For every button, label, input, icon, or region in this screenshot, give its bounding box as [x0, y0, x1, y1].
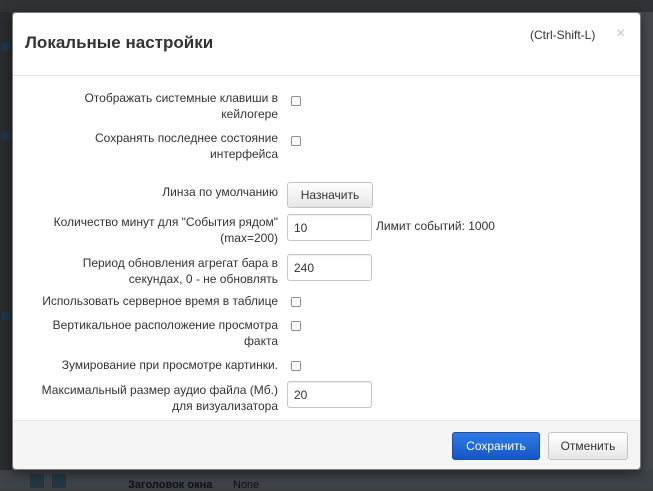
assign-lens-button[interactable]: Назначить [287, 182, 373, 208]
events-minutes-input[interactable] [287, 214, 372, 241]
save-ui-state-checkbox[interactable] [291, 136, 301, 146]
setting-row-vertical-layout: Вертикальное расположение просмотра факт… [13, 317, 642, 349]
setting-row-events-minutes: Количество минут для "События рядом" (ma… [13, 213, 642, 245]
events-minutes-label: Количество минут для "События рядом" (ma… [53, 215, 278, 245]
close-icon[interactable]: × [616, 26, 625, 42]
refresh-period-input[interactable] [287, 254, 372, 281]
zoom-image-label: Зумирование при просмотре картинки. [61, 358, 278, 372]
events-limit-note: Лимит событий: 1000 [376, 219, 495, 233]
refresh-period-label: Период обновления агрегат бара в секунда… [82, 256, 278, 286]
save-button[interactable]: Сохранить [452, 432, 540, 460]
setting-row-server-time: Использовать серверное время в таблице [13, 293, 642, 311]
vertical-layout-checkbox[interactable] [291, 321, 301, 331]
dialog-shortcut-hint: (Ctrl-Shift-L) [530, 28, 596, 42]
max-audio-size-input[interactable] [287, 381, 372, 408]
show-system-keys-checkbox[interactable] [291, 96, 301, 106]
max-audio-size-label: Максимальный размер аудио файла (Мб.) дл… [41, 383, 278, 413]
dialog-footer: Сохранить Отменить [13, 420, 640, 469]
dialog-title: Локальные настройки [25, 33, 214, 52]
setting-row-save-ui-state: Сохранять последнее состояние интерфейса [13, 129, 642, 161]
setting-row-zoom-image: Зумирование при просмотре картинки. [13, 357, 642, 375]
show-system-keys-label: Отображать системные клавиши в кейлогере [84, 91, 278, 121]
server-time-checkbox[interactable] [291, 297, 301, 307]
dialog-header: Локальные настройки (Ctrl-Shift-L) × [13, 13, 640, 76]
setting-row-show-system-keys: Отображать системные клавиши в кейлогере [13, 89, 642, 121]
local-settings-dialog: Локальные настройки (Ctrl-Shift-L) × Ото… [12, 12, 641, 470]
vertical-layout-label: Вертикальное расположение просмотра факт… [52, 318, 278, 348]
server-time-label: Использовать серверное время в таблице [42, 294, 278, 308]
zoom-image-checkbox[interactable] [291, 361, 301, 371]
save-ui-state-label: Сохранять последнее состояние интерфейса [95, 131, 278, 161]
cancel-button[interactable]: Отменить [548, 432, 628, 460]
setting-row-refresh-period: Период обновления агрегат бара в секунда… [13, 254, 642, 286]
setting-row-default-lens: Линза по умолчанию Назначить [13, 182, 642, 208]
setting-row-max-audio-size: Максимальный размер аудио файла (Мб.) дл… [13, 381, 642, 413]
default-lens-label: Линза по умолчанию [162, 185, 278, 199]
